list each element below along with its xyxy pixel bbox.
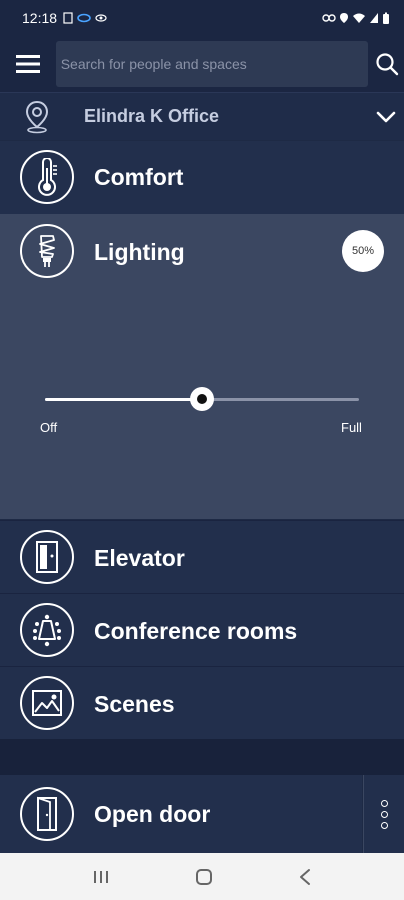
lightbulb-icon <box>20 224 74 278</box>
location-pin-icon <box>0 100 84 134</box>
thermometer-icon <box>20 150 74 204</box>
cloud-icon <box>77 13 91 23</box>
search-button[interactable] <box>370 36 404 92</box>
system-nav-bar <box>0 853 404 900</box>
location-name: Elindra K Office <box>84 106 220 126</box>
notification-icons <box>63 12 107 24</box>
sim-card-icon <box>63 12 73 24</box>
search-input[interactable] <box>60 56 369 72</box>
conference-rooms-label: Conference rooms <box>94 618 298 644</box>
wifi-icon <box>353 13 365 23</box>
search-box[interactable] <box>55 41 369 87</box>
open-door-label: Open door <box>94 801 211 827</box>
eye-icon <box>95 14 107 22</box>
elevator-label: Elevator <box>94 545 185 571</box>
lighting-level-badge: 50% <box>342 230 384 272</box>
slider-thumb[interactable] <box>190 387 214 411</box>
back-icon[interactable] <box>298 868 312 886</box>
comfort-label: Comfort <box>94 164 184 190</box>
status-bar: 12:18 <box>0 0 404 36</box>
door-icon <box>20 787 74 841</box>
more-options-button[interactable] <box>363 775 404 853</box>
slider-thumb-dot <box>197 394 207 404</box>
scenes-label: Scenes <box>94 691 175 717</box>
clock: 12:18 <box>22 10 58 26</box>
search-icon <box>376 53 399 76</box>
image-icon <box>20 676 74 730</box>
more-dot-icon <box>380 810 388 818</box>
more-dot-icon <box>380 821 388 829</box>
location-status-icon <box>340 13 348 23</box>
hamburger-icon <box>15 55 40 73</box>
menu-button[interactable] <box>0 36 56 92</box>
recent-apps-icon[interactable] <box>92 869 110 885</box>
battery-icon <box>383 12 389 24</box>
signal-icon <box>370 13 378 23</box>
conference-room-icon <box>20 603 74 657</box>
more-dot-icon <box>380 799 388 807</box>
conference-rooms-row[interactable]: Conference rooms <box>0 593 404 666</box>
comfort-row[interactable]: Comfort <box>0 141 404 214</box>
top-bar <box>0 36 404 92</box>
slider-min-label: Off <box>40 420 58 435</box>
slider-max-label: Full <box>341 420 362 435</box>
open-door-row[interactable]: Open door <box>0 775 362 853</box>
slider-fill <box>45 398 202 401</box>
elevator-icon <box>20 530 74 584</box>
scenes-row[interactable]: Scenes <box>0 666 404 739</box>
link-icon <box>322 14 336 22</box>
chevron-down-icon[interactable] <box>368 111 404 123</box>
lighting-label: Lighting <box>94 239 185 265</box>
system-icons <box>322 12 390 25</box>
section-divider <box>0 739 404 775</box>
elevator-row[interactable]: Elevator <box>0 520 404 593</box>
home-icon[interactable] <box>194 867 214 887</box>
location-selector[interactable]: Elindra K Office <box>0 92 404 140</box>
